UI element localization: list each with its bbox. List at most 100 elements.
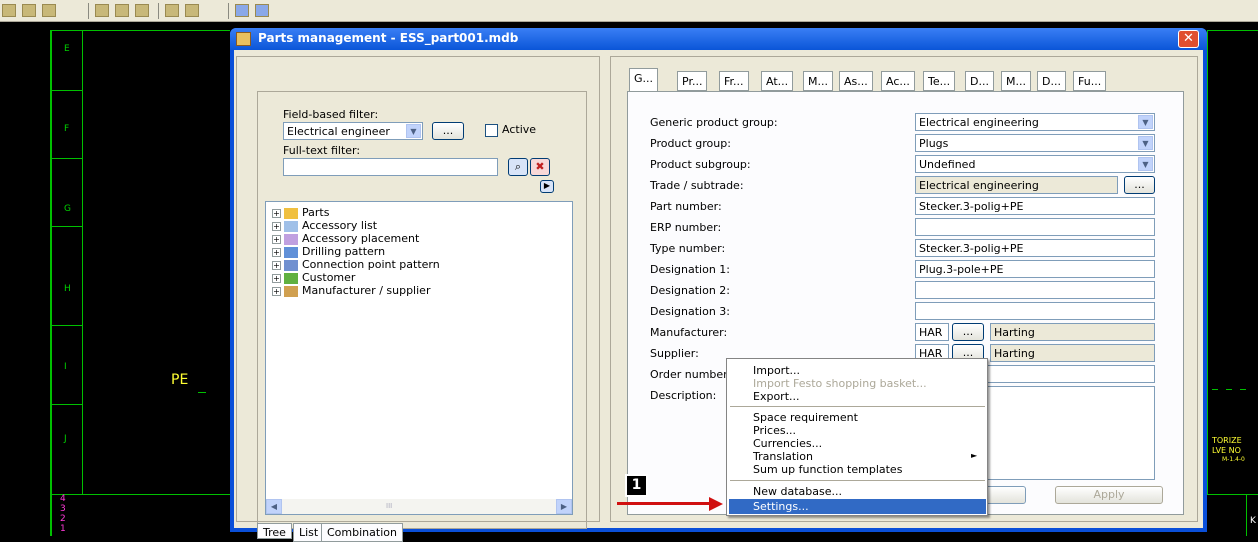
tab-d[interactable]: D... xyxy=(965,71,994,91)
connection-icon xyxy=(284,259,298,271)
generic-group-select[interactable]: Electrical engineering ▼ xyxy=(915,113,1155,131)
chevron-down-icon[interactable]: ▼ xyxy=(406,124,421,138)
menu-item-new-database[interactable]: New database... xyxy=(753,485,842,498)
row-number: 1 xyxy=(60,524,66,534)
frame-border xyxy=(1246,494,1247,536)
toolbar-tool-icon[interactable] xyxy=(235,4,249,17)
list-icon xyxy=(284,220,298,232)
toolbar-tool-icon[interactable] xyxy=(115,4,129,17)
search-icon[interactable]: ⌕ xyxy=(508,158,528,176)
group-value: Plugs xyxy=(919,137,949,150)
tab-at[interactable]: At... xyxy=(761,71,794,91)
tree-item-label: Parts xyxy=(302,206,330,219)
tab-list[interactable]: List xyxy=(293,523,325,542)
designation2-label: Designation 2: xyxy=(650,284,730,297)
active-checkbox[interactable] xyxy=(485,124,498,137)
toolbar-tool-icon[interactable] xyxy=(255,4,269,17)
scroll-right-icon[interactable]: ▶ xyxy=(556,499,572,514)
horizontal-scrollbar[interactable]: ◀ III ▶ xyxy=(266,499,572,514)
toolbar-tool-icon[interactable] xyxy=(2,4,16,17)
tree-item-label: Manufacturer / supplier xyxy=(302,284,431,297)
drilling-icon xyxy=(284,246,298,258)
chevron-down-icon[interactable]: ▼ xyxy=(1138,157,1153,171)
tree-item[interactable]: + Customer xyxy=(272,271,355,284)
tab-fu[interactable]: Fu... xyxy=(1073,71,1107,91)
menu-item-settings[interactable]: Settings... xyxy=(753,500,809,513)
frame-border xyxy=(1207,30,1208,494)
manufacturer-code-field[interactable]: HAR xyxy=(915,323,949,341)
parts-tree[interactable]: + Parts + Accessory list + Accessory placem… xyxy=(265,201,573,515)
toolbar-tool-icon[interactable] xyxy=(22,4,36,17)
tab-m2[interactable]: M... xyxy=(1001,71,1031,91)
row-letter: E xyxy=(64,44,70,54)
filter-browse-button[interactable]: ... xyxy=(432,122,464,140)
tab-tree[interactable]: Tree xyxy=(257,523,292,539)
toolbar-tool-icon[interactable] xyxy=(185,4,199,17)
play-icon[interactable]: ▶ xyxy=(540,180,554,193)
manufacturer-browse-button[interactable]: ... xyxy=(952,323,984,341)
menu-item-sum-up[interactable]: Sum up function templates xyxy=(753,463,902,476)
expand-icon[interactable]: + xyxy=(272,221,281,231)
expand-icon[interactable]: + xyxy=(272,260,281,270)
menu-item-prices[interactable]: Prices... xyxy=(753,424,796,437)
tree-item[interactable]: + Parts xyxy=(272,206,329,219)
annotation-arrow xyxy=(617,502,712,505)
designation2-field[interactable] xyxy=(915,281,1155,299)
menu-item-export[interactable]: Export... xyxy=(753,390,800,403)
part-number-field[interactable]: Stecker.3-polig+PE xyxy=(915,197,1155,215)
erp-field[interactable] xyxy=(915,218,1155,236)
expand-icon[interactable]: + xyxy=(272,234,281,244)
tree-item[interactable]: + Connection point pattern xyxy=(272,258,440,271)
designation3-field[interactable] xyxy=(915,302,1155,320)
tab-general[interactable]: G... xyxy=(629,68,659,92)
chevron-down-icon[interactable]: ▼ xyxy=(1138,136,1153,150)
scroll-thumb[interactable]: III xyxy=(386,502,392,510)
frame-border xyxy=(50,494,230,495)
menu-item-translation[interactable]: Translation xyxy=(753,450,813,463)
clear-filter-icon[interactable]: ✖ xyxy=(530,158,550,176)
toolbar-tool-icon[interactable] xyxy=(95,4,109,17)
cad-text: K xyxy=(1250,516,1256,526)
toolbar-tool-icon[interactable] xyxy=(135,4,149,17)
title-bar[interactable]: Parts management - ESS_part001.mdb ✕ xyxy=(230,28,1207,50)
type-number-field[interactable]: Stecker.3-polig+PE xyxy=(915,239,1155,257)
close-button[interactable]: ✕ xyxy=(1178,30,1199,48)
row-letter: G xyxy=(64,204,71,214)
tab-d2[interactable]: D... xyxy=(1037,71,1066,91)
tab-pr[interactable]: Pr... xyxy=(677,71,708,91)
subgroup-value: Undefined xyxy=(919,158,976,171)
trade-browse-button[interactable]: ... xyxy=(1124,176,1155,194)
tab-ac[interactable]: Ac... xyxy=(881,71,915,91)
apply-button[interactable]: Apply xyxy=(1055,486,1163,504)
toolbar-tool-icon[interactable] xyxy=(165,4,179,17)
menu-item-space-requirement[interactable]: Space requirement xyxy=(753,411,858,424)
expand-icon[interactable]: + xyxy=(272,247,281,257)
cad-text: LVE NO xyxy=(1212,446,1241,455)
tab-fr[interactable]: Fr... xyxy=(719,71,749,91)
tree-item[interactable]: + Manufacturer / supplier xyxy=(272,284,430,297)
tab-as[interactable]: As... xyxy=(839,71,873,91)
expand-icon[interactable]: + xyxy=(272,208,281,218)
menu-item-import[interactable]: Import... xyxy=(753,364,800,377)
designation1-field[interactable]: Plug.3-pole+PE xyxy=(915,260,1155,278)
manufacturer-name-field: Harting xyxy=(990,323,1155,341)
field-filter-select[interactable]: Electrical engineer ▼ xyxy=(283,122,423,140)
subgroup-select[interactable]: Undefined ▼ xyxy=(915,155,1155,173)
tab-te[interactable]: Te... xyxy=(923,71,956,91)
frame-border xyxy=(50,30,230,31)
expand-icon[interactable]: + xyxy=(272,286,281,296)
fulltext-filter-input[interactable] xyxy=(283,158,498,176)
tab-m[interactable]: M... xyxy=(803,71,833,91)
tree-item[interactable]: + Drilling pattern xyxy=(272,245,385,258)
chevron-down-icon[interactable]: ▼ xyxy=(1138,115,1153,129)
app-icon xyxy=(236,32,251,46)
tree-item[interactable]: + Accessory placement xyxy=(272,232,419,245)
group-select[interactable]: Plugs ▼ xyxy=(915,134,1155,152)
tree-item[interactable]: + Accessory list xyxy=(272,219,377,232)
toolbar-separator xyxy=(88,3,89,19)
expand-icon[interactable]: + xyxy=(272,273,281,283)
menu-item-currencies[interactable]: Currencies... xyxy=(753,437,822,450)
scroll-left-icon[interactable]: ◀ xyxy=(266,499,282,514)
toolbar-tool-icon[interactable] xyxy=(42,4,56,17)
tab-combination[interactable]: Combination xyxy=(321,523,403,542)
